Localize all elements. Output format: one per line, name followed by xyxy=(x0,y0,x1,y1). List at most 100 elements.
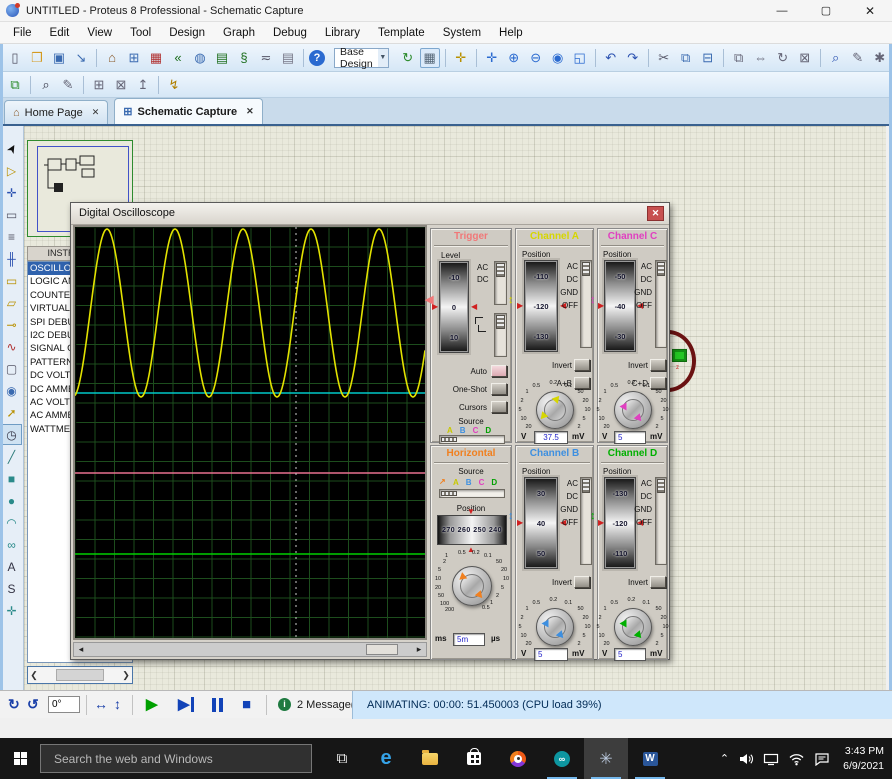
channel-d-coupling-switch[interactable] xyxy=(655,477,667,565)
close-oscilloscope-icon[interactable]: ✕ xyxy=(647,206,664,221)
2d-circle-mode-icon[interactable]: ● xyxy=(1,490,22,511)
cut-icon[interactable]: ✂ xyxy=(654,48,674,68)
step-button[interactable]: ▶ xyxy=(178,697,194,712)
arduino-button[interactable]: ∞ xyxy=(540,738,584,779)
component-mode-icon[interactable]: ▷ xyxy=(1,160,22,181)
timebase-scrollbar[interactable]: ◂ ▸ xyxy=(73,642,427,657)
play-button[interactable]: ▶ xyxy=(146,697,158,712)
text-script-mode-icon[interactable]: ≡ xyxy=(1,226,22,247)
switch-thumb[interactable] xyxy=(582,262,590,276)
channel-d-invert-button[interactable] xyxy=(650,576,666,588)
store-button[interactable] xyxy=(452,738,496,779)
task-view-button[interactable]: ⧉ xyxy=(320,738,364,779)
menu-design[interactable]: Design xyxy=(160,22,214,44)
channel-a-gain-value[interactable]: 37.5 xyxy=(534,431,568,444)
wifi-icon[interactable] xyxy=(788,752,805,766)
cost-report-icon[interactable]: § xyxy=(234,48,254,68)
switch-thumb[interactable] xyxy=(582,479,590,493)
timebase-knob[interactable]: 10.50.20.15020105210.525102050100200 xyxy=(432,558,512,620)
property-tool-icon[interactable]: ✱ xyxy=(870,48,890,68)
stop-button[interactable]: ■ xyxy=(242,697,251,712)
switch-thumb[interactable] xyxy=(657,262,665,276)
find-component-icon[interactable]: ⌕ xyxy=(36,75,56,95)
virtual-instruments-mode-icon[interactable]: ◷ xyxy=(1,424,22,445)
flip-vertical-icon[interactable]: ↕ xyxy=(114,697,121,711)
2d-arc-mode-icon[interactable]: ◠ xyxy=(1,512,22,533)
brave-browser-button[interactable] xyxy=(496,738,540,779)
zoom-all-icon[interactable]: ◉ xyxy=(548,48,568,68)
horizontal-position-wheel[interactable]: 270 260 250 240 xyxy=(437,515,507,545)
minimize-button[interactable]: — xyxy=(760,0,804,22)
tab-home-page[interactable]: ⌂ Home Page ✕ xyxy=(4,100,108,124)
save-icon[interactable]: ▣ xyxy=(49,48,69,68)
channel-a-invert-button[interactable] xyxy=(574,359,590,371)
scroll-left-icon[interactable]: ◂ xyxy=(74,644,88,655)
junction-dot-mode-icon[interactable]: ✛ xyxy=(1,182,22,203)
pause-button[interactable] xyxy=(212,698,223,712)
horizontal-source-slider[interactable] xyxy=(439,489,505,498)
goto-sheet-icon[interactable]: ↥ xyxy=(133,75,153,95)
terminal-mode-icon[interactable]: ▱ xyxy=(1,292,22,313)
channel-a-gain-knob[interactable]: 0.50.20.1502010521251020 xyxy=(517,387,593,433)
trigger-edge-switch[interactable] xyxy=(494,313,507,357)
graph-mode-icon[interactable]: ∿ xyxy=(1,336,22,357)
volume-icon[interactable] xyxy=(738,751,754,767)
close-tab-icon[interactable]: ✕ xyxy=(246,106,254,117)
trigger-level-marker[interactable]: ◀ xyxy=(425,295,433,306)
wire-label-mode-icon[interactable]: ▭ xyxy=(1,204,22,225)
oscilloscope-titlebar[interactable]: Digital Oscilloscope xyxy=(71,203,669,225)
proteus-taskbar-button[interactable]: ✳ xyxy=(584,738,628,779)
simulation-icon[interactable]: ≂ xyxy=(256,48,276,68)
channel-b-gain-knob[interactable]: 0.50.20.1502010521251020 xyxy=(517,604,593,650)
paste-icon[interactable]: ⊟ xyxy=(698,48,718,68)
zoom-out-icon[interactable]: ⊖ xyxy=(526,48,546,68)
2d-line-mode-icon[interactable]: ╱ xyxy=(1,446,22,467)
text-editor-icon[interactable]: ▤ xyxy=(278,48,298,68)
start-button[interactable] xyxy=(0,738,40,779)
trigger-coupling-switch[interactable] xyxy=(494,261,507,305)
rotate-ccw-icon[interactable]: ↺ xyxy=(27,697,39,711)
taskbar-search-input[interactable] xyxy=(40,744,312,773)
menu-template[interactable]: Template xyxy=(369,22,434,44)
remove-sheet-icon[interactable]: ⊠ xyxy=(111,75,131,95)
new-sheet-icon[interactable]: ⊞ xyxy=(89,75,109,95)
block-copy-icon[interactable]: ⧉ xyxy=(729,48,749,68)
origin-icon[interactable]: ✛ xyxy=(451,48,471,68)
channel-c-position-marker[interactable]: ↕ xyxy=(590,295,596,306)
menu-edit[interactable]: Edit xyxy=(41,22,79,44)
redo-icon[interactable]: ↷ xyxy=(623,48,643,68)
channel-c-gain-value[interactable]: 5 xyxy=(614,431,646,444)
block-rotate-icon[interactable]: ↻ xyxy=(773,48,793,68)
tape-recorder-mode-icon[interactable]: ▢ xyxy=(1,358,22,379)
flip-horizontal-icon[interactable]: ↔ xyxy=(94,697,108,711)
action-center-icon[interactable] xyxy=(814,752,830,766)
channel-c-gain-knob[interactable]: 0.50.20.1502010521251020 xyxy=(595,387,671,433)
close-button[interactable]: ✕ xyxy=(848,0,892,22)
electrical-rule-check-icon[interactable]: ↯ xyxy=(164,75,184,95)
scroll-right-icon[interactable]: ❯ xyxy=(120,670,132,681)
knob-dial[interactable] xyxy=(452,566,492,606)
refresh-icon[interactable]: ↻ xyxy=(398,48,418,68)
copy-icon[interactable]: ⧉ xyxy=(676,48,696,68)
scrollbar-thumb[interactable] xyxy=(56,669,104,681)
channel-d-gain-knob[interactable]: 0.50.20.1502010521251020 xyxy=(595,604,671,650)
menu-view[interactable]: View xyxy=(78,22,121,44)
base-design-select[interactable]: Base Design ▼ xyxy=(334,48,389,68)
device-pin-mode-icon[interactable]: ⊸ xyxy=(1,314,22,335)
info-icon[interactable]: i xyxy=(278,698,291,711)
slider-thumb[interactable] xyxy=(441,437,457,442)
block-move-icon[interactable]: ⇔ xyxy=(751,48,771,68)
channel-d-gain-value[interactable]: 5 xyxy=(614,648,646,661)
2d-text-mode-icon[interactable]: A xyxy=(1,556,22,577)
one-shot-button[interactable] xyxy=(491,383,507,395)
rotate-cw-icon[interactable]: ↻ xyxy=(8,697,20,711)
subcircuit-mode-icon[interactable]: ▭ xyxy=(1,270,22,291)
channel-c-invert-button[interactable] xyxy=(650,359,666,371)
trigger-level-wheel[interactable]: -10 0 10 xyxy=(439,261,469,353)
object-selector-scrollbar[interactable]: ❮ ❯ xyxy=(27,666,133,684)
switch-thumb[interactable] xyxy=(496,263,505,277)
close-tab-icon[interactable]: ✕ xyxy=(92,107,100,118)
2d-path-mode-icon[interactable]: ∞ xyxy=(1,534,22,555)
file-explorer-button[interactable] xyxy=(408,738,452,779)
zoom-area-icon[interactable]: ◱ xyxy=(570,48,590,68)
